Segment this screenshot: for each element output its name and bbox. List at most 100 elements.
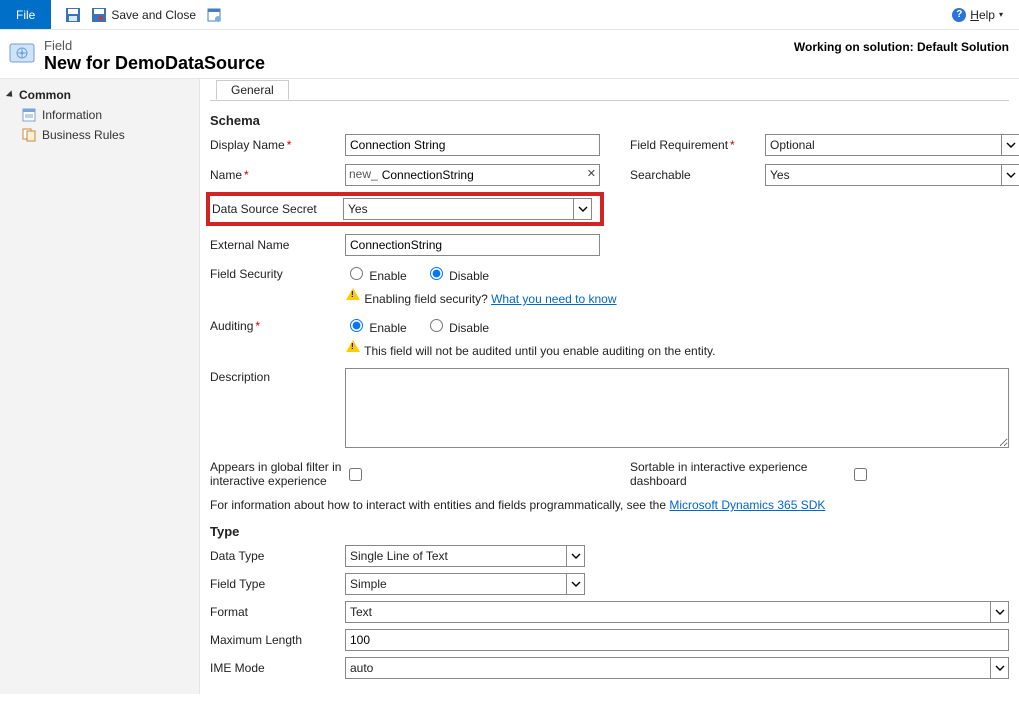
description-label: Description xyxy=(210,368,345,384)
auditing-radio-group: Enable Disable xyxy=(345,316,600,335)
chevron-down-icon xyxy=(566,574,584,594)
tab-general-label: General xyxy=(231,83,274,97)
sdk-info: For information about how to interact wi… xyxy=(210,498,1009,512)
name-label: Name xyxy=(210,168,345,182)
name-prefix: new_ xyxy=(346,165,382,185)
save-close-icon xyxy=(91,7,107,23)
chevron-down-icon xyxy=(1001,165,1019,185)
help-label: Help xyxy=(970,8,995,22)
field-type-label: Field Type xyxy=(210,577,345,591)
toolbar-extra-button[interactable] xyxy=(206,7,222,23)
name-input[interactable] xyxy=(382,165,599,185)
field-security-warning: ! Enabling field security? What you need… xyxy=(345,287,1009,306)
field-security-link[interactable]: What you need to know xyxy=(491,292,616,306)
ime-mode-label: IME Mode xyxy=(210,661,345,675)
file-menu-button[interactable]: File xyxy=(0,0,51,29)
display-name-input[interactable] xyxy=(345,134,600,156)
auditing-enable[interactable]: Enable xyxy=(345,316,407,335)
field-type-value: Simple xyxy=(350,577,387,591)
sidebar-label-business-rules: Business Rules xyxy=(42,128,125,142)
chevron-down-icon xyxy=(566,546,584,566)
data-type-label: Data Type xyxy=(210,549,345,563)
sidebar-label-information: Information xyxy=(42,108,102,122)
searchable-label: Searchable xyxy=(630,168,765,182)
caret-down-icon: ▾ xyxy=(999,10,1003,19)
warning-icon: ! xyxy=(345,339,361,355)
field-security-warn-text: Enabling field security? xyxy=(364,292,487,306)
form-icon xyxy=(206,7,222,23)
info-page-icon xyxy=(22,108,36,122)
sdk-info-pre: For information about how to interact wi… xyxy=(210,498,669,512)
sidebar-item-information[interactable]: Information xyxy=(8,105,191,125)
sidebar-item-business-rules[interactable]: Business Rules xyxy=(8,125,191,145)
searchable-select[interactable]: Yes xyxy=(765,164,1019,186)
field-security-label: Field Security xyxy=(210,267,345,281)
field-security-disable[interactable]: Disable xyxy=(425,264,489,283)
tab-general[interactable]: General xyxy=(216,80,289,100)
auditing-warn-text: This field will not be audited until you… xyxy=(364,344,715,358)
field-type-select[interactable]: Simple xyxy=(345,573,585,595)
chevron-down-icon xyxy=(990,602,1008,622)
data-source-secret-select[interactable]: Yes xyxy=(343,198,592,220)
save-icon xyxy=(65,7,81,23)
format-label: Format xyxy=(210,605,345,619)
field-security-radio-group: Enable Disable xyxy=(345,264,600,283)
main: Common Information Business Rules Genera… xyxy=(0,79,1019,694)
content: General Schema Display Name Field Requir… xyxy=(200,79,1019,694)
auditing-disable[interactable]: Disable xyxy=(425,316,489,335)
section-type: Type xyxy=(210,524,1009,539)
chevron-down-icon xyxy=(990,658,1008,678)
warning-icon: ! xyxy=(345,287,361,303)
chevron-down-icon xyxy=(1001,135,1019,155)
data-source-secret-value: Yes xyxy=(348,202,368,216)
sidebar: Common Information Business Rules xyxy=(0,79,200,694)
save-and-close-button[interactable]: Save and Close xyxy=(91,7,196,23)
ime-mode-value: auto xyxy=(350,661,373,675)
description-textarea[interactable] xyxy=(345,368,1009,448)
global-filter-checkbox[interactable] xyxy=(349,468,362,481)
solution-label: Working on solution: Default Solution xyxy=(794,38,1009,54)
save-close-label: Save and Close xyxy=(111,8,196,22)
sidebar-label-common: Common xyxy=(19,88,71,102)
ime-mode-select[interactable]: auto xyxy=(345,657,1009,679)
help-icon: ? xyxy=(952,8,966,22)
field-requirement-value: Optional xyxy=(770,138,815,152)
help-button[interactable]: ? Help ▾ xyxy=(952,0,1019,29)
file-label: File xyxy=(16,8,35,22)
external-name-input[interactable] xyxy=(345,234,600,256)
save-button[interactable] xyxy=(65,7,81,23)
section-schema: Schema xyxy=(210,113,1009,128)
header-text: Field New for DemoDataSource xyxy=(44,38,265,74)
format-value: Text xyxy=(350,605,372,619)
toolbar-buttons: Save and Close xyxy=(51,0,222,29)
clear-icon[interactable]: ✕ xyxy=(587,167,596,180)
field-security-enable[interactable]: Enable xyxy=(345,264,407,283)
format-select[interactable]: Text xyxy=(345,601,1009,623)
toolbar: File Save and Close ? Help ▾ xyxy=(0,0,1019,30)
max-length-label: Maximum Length xyxy=(210,633,345,647)
field-requirement-select[interactable]: Optional xyxy=(765,134,1019,156)
sortable-checkbox[interactable] xyxy=(854,468,867,481)
data-source-secret-label: Data Source Secret xyxy=(212,202,343,216)
sdk-link[interactable]: Microsoft Dynamics 365 SDK xyxy=(669,498,825,512)
header-sup: Field xyxy=(44,38,265,53)
display-name-label: Display Name xyxy=(210,138,345,152)
external-name-label: External Name xyxy=(210,238,345,252)
tab-strip: General xyxy=(210,79,1009,101)
sortable-label: Sortable in interactive experience dashb… xyxy=(630,460,850,488)
rules-icon xyxy=(22,128,36,142)
auditing-warning: ! This field will not be audited until y… xyxy=(345,339,1009,358)
chevron-down-icon xyxy=(573,199,591,219)
searchable-value: Yes xyxy=(770,168,790,182)
max-length-input[interactable] xyxy=(345,629,1009,651)
entity-icon xyxy=(6,38,38,70)
field-requirement-label: Field Requirement xyxy=(630,138,765,152)
page-header: Field New for DemoDataSource Working on … xyxy=(0,30,1019,79)
global-filter-label: Appears in global filter in interactive … xyxy=(210,460,345,488)
auditing-label: Auditing xyxy=(210,319,345,333)
name-input-wrap: new_ ✕ xyxy=(345,164,600,186)
data-type-select[interactable]: Single Line of Text xyxy=(345,545,585,567)
expand-icon xyxy=(6,90,15,99)
sidebar-node-common[interactable]: Common xyxy=(8,85,191,105)
page-title: New for DemoDataSource xyxy=(44,53,265,74)
